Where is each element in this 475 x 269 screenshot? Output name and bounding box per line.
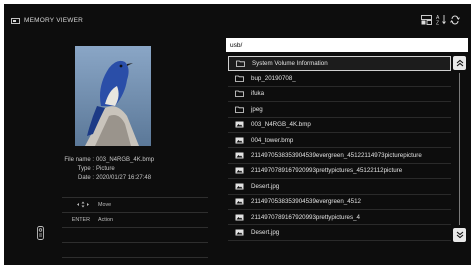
image-file-icon xyxy=(235,198,246,205)
sort-az-icon[interactable]: A Z xyxy=(436,14,446,25)
media-filter-icon[interactable] xyxy=(421,14,432,25)
file-name-label: File name : xyxy=(64,157,94,163)
image-file-icon xyxy=(235,167,246,174)
image-file-icon xyxy=(235,137,246,144)
path-bar: usb/ xyxy=(226,38,468,52)
legend-action-label: Action xyxy=(98,217,113,223)
legend-divider xyxy=(62,242,208,257)
file-list-item-label: 2114970789167920993prettypictures_451221… xyxy=(251,167,403,175)
legend-enter-row: ENTER Action xyxy=(62,212,208,227)
file-list-item-label: jpeg xyxy=(251,105,263,113)
svg-text:Z: Z xyxy=(436,21,439,26)
remote-control-icon xyxy=(37,226,44,245)
file-list-item-label: 2114970538353904539evergreen_45122114973… xyxy=(251,152,422,160)
file-list-item-label: Desert.jpg xyxy=(251,182,280,190)
memory-viewer-screen: MEMORY VIEWER A Z File name: 003_N4RGB_… xyxy=(4,4,471,265)
image-file-icon xyxy=(235,121,246,128)
file-list-item[interactable]: 004_tower.bmp xyxy=(228,133,451,149)
folder-icon xyxy=(235,106,246,113)
file-list-item-label: System Volume Information xyxy=(252,60,328,68)
scroll-track[interactable] xyxy=(459,73,460,225)
file-list-item-label: 2114970789167920993prettypictures_4 xyxy=(251,213,360,221)
file-list-item[interactable]: Desert.jpg xyxy=(228,225,451,241)
type-value: Picture xyxy=(96,166,115,172)
chevron-double-up-icon xyxy=(456,59,463,67)
scroll-up-button[interactable] xyxy=(453,56,466,70)
folder-icon xyxy=(236,60,247,68)
legend-enter-key: ENTER xyxy=(71,217,90,223)
file-list-item[interactable]: bup_20190708_ xyxy=(228,71,451,87)
legend-divider xyxy=(62,227,208,242)
repeat-icon[interactable] xyxy=(450,15,460,25)
app-title: MEMORY VIEWER xyxy=(11,17,83,24)
memory-card-icon xyxy=(11,17,20,24)
file-name-value: 003_N4RGB_4K.bmp xyxy=(96,157,155,163)
image-file-icon xyxy=(235,183,246,190)
image-file-icon xyxy=(235,152,246,159)
file-list-item-label: 004_tower.bmp xyxy=(251,136,294,144)
type-label: Type : xyxy=(77,166,94,172)
file-list-item-label: ifuka xyxy=(251,90,265,98)
legend-divider xyxy=(62,257,208,265)
legend-move-row: Move xyxy=(62,197,208,212)
file-list-item[interactable]: ifuka xyxy=(228,87,451,103)
file-info: File name :003_N4RGB_4K.bmp Type : Pictur… xyxy=(26,156,186,183)
file-list-item-label: 003_N4RGB_4K.bmp xyxy=(251,121,311,129)
legend-move-label: Move xyxy=(98,202,112,208)
file-list-item[interactable]: 003_N4RGB_4K.bmp xyxy=(228,118,451,133)
scroll-down-button[interactable] xyxy=(453,228,466,242)
file-list-item-label: Desert.jpg xyxy=(251,228,280,236)
chevron-double-down-icon xyxy=(456,231,463,239)
file-list-item[interactable]: 2114970538353904539evergreen_4512 xyxy=(228,195,451,210)
arrow-keys-icon xyxy=(62,201,98,210)
file-list-item[interactable]: jpeg xyxy=(228,102,451,118)
key-legend: Move ENTER Action xyxy=(62,197,208,265)
file-list-item[interactable]: 2114970538353904539evergreen_45122114973… xyxy=(228,148,451,164)
date-label: Date : xyxy=(77,175,94,181)
image-file-icon xyxy=(235,229,246,236)
scrollbar[interactable] xyxy=(453,56,467,242)
file-list-item[interactable]: 2114970789167920993prettypictures_4 xyxy=(228,210,451,226)
file-list-item[interactable]: 2114970789167920993prettypictures_451221… xyxy=(228,164,451,180)
folder-icon xyxy=(235,90,246,98)
folder-icon xyxy=(235,75,246,82)
toolbar: A Z xyxy=(421,14,460,25)
image-file-icon xyxy=(235,214,246,221)
file-list-item[interactable]: System Volume Information xyxy=(228,56,451,72)
app-title-text: MEMORY VIEWER xyxy=(24,17,84,24)
file-list-item[interactable]: Desert.jpg xyxy=(228,179,451,195)
preview-thumbnail xyxy=(75,46,151,146)
file-list-item-label: 2114970538353904539evergreen_4512 xyxy=(251,198,361,206)
date-value: 2020/01/27 16:27:48 xyxy=(96,175,152,181)
file-list: System Volume Information bup_20190708_if… xyxy=(228,56,451,241)
bird-picture xyxy=(75,46,151,146)
file-list-item-label: bup_20190708_ xyxy=(251,75,296,83)
